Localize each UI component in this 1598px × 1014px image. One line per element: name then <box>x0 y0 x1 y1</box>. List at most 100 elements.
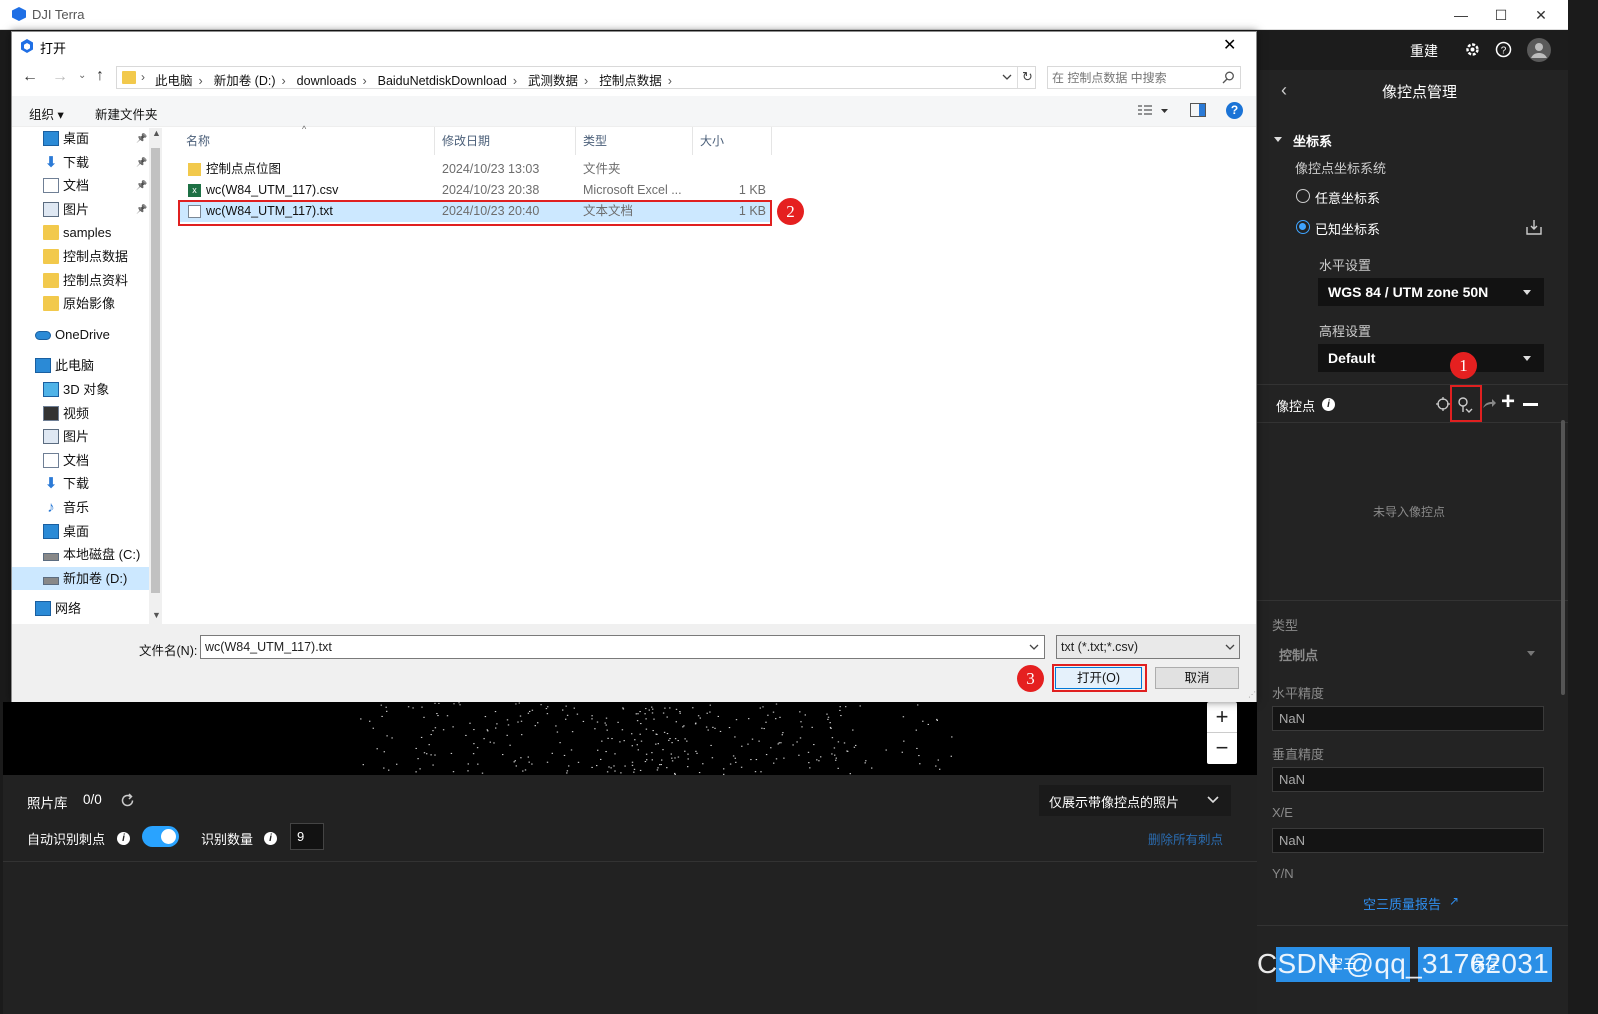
nav-item-pc[interactable]: ♪ 音乐 <box>12 496 150 519</box>
delete-all-points-link[interactable]: 删除所有刺点 <box>1148 829 1223 848</box>
search-input[interactable] <box>1052 69 1217 86</box>
export-arrow-icon[interactable] <box>1481 396 1497 412</box>
known-coord-radio[interactable] <box>1296 220 1310 234</box>
nav-item-onedrive[interactable]: OneDrive <box>12 323 150 346</box>
help-icon[interactable]: ? <box>1226 102 1243 119</box>
nav-item-quick[interactable]: 原始影像 <box>12 292 150 315</box>
minimize-button[interactable]: — <box>1441 0 1481 30</box>
scroll-thumb[interactable] <box>151 148 160 593</box>
v-accuracy-input[interactable]: NaN <box>1272 767 1544 792</box>
recent-chevron-icon[interactable]: ⌄ <box>78 70 86 81</box>
file-row[interactable]: 控制点点位图 2024/10/23 13:03 文件夹 <box>179 159 772 180</box>
detect-count-input[interactable]: 9 <box>290 823 324 850</box>
known-coord-label[interactable]: 已知坐标系 <box>1315 219 1380 238</box>
zoom-in-button[interactable]: + <box>1207 702 1237 733</box>
nav-item-pc[interactable]: 视频 <box>12 402 150 425</box>
arbitrary-coord-radio[interactable] <box>1296 189 1310 203</box>
xe-input[interactable]: NaN <box>1272 828 1544 853</box>
breadcrumb-separator[interactable]: › <box>199 74 203 88</box>
address-bar[interactable]: › 此电脑 › 新加卷 (D:) › downloads › BaiduNetdiskDow… <box>116 66 1036 89</box>
close-app-button[interactable]: ✕ <box>1521 0 1561 30</box>
nav-item-quick[interactable]: 控制点资料 <box>12 269 150 292</box>
nav-item-pc[interactable]: 新加卷 (D:) <box>12 566 150 590</box>
help-icon[interactable]: ? <box>1495 41 1512 58</box>
breadcrumb-separator[interactable]: › <box>668 74 672 88</box>
column-header-name[interactable]: 名称 <box>179 127 435 155</box>
import-coord-icon[interactable] <box>1525 219 1543 236</box>
collapse-chevron-icon[interactable] <box>1274 137 1282 142</box>
maximize-button[interactable]: ☐ <box>1481 0 1521 30</box>
back-chevron-icon[interactable]: ‹ <box>1281 80 1287 101</box>
breadcrumb-item[interactable]: 武测数据 <box>528 74 578 88</box>
photo-filter-dropdown[interactable]: 仅展示带像控点的照片 <box>1039 785 1231 816</box>
breadcrumb-item[interactable]: BaiduNetdiskDownload <box>378 74 507 88</box>
panel-scrollbar[interactable] <box>1561 420 1565 695</box>
nav-item-pc[interactable]: 图片 <box>12 425 150 448</box>
settings-gear-icon[interactable] <box>1464 41 1481 58</box>
nav-item-quick[interactable]: 控制点数据 <box>12 245 150 268</box>
arbitrary-coord-label[interactable]: 任意坐标系 <box>1315 188 1380 207</box>
nav-scrollbar[interactable]: ▲ ▼ <box>149 128 162 624</box>
nav-item-quick[interactable]: 桌面 📌 <box>12 127 150 150</box>
close-dialog-button[interactable]: ✕ <box>1223 35 1236 55</box>
nav-item-pc[interactable]: 桌面 <box>12 520 150 543</box>
nav-item-this-pc[interactable]: 此电脑 <box>12 354 150 377</box>
column-header-type[interactable]: 类型 <box>576 127 693 155</box>
breadcrumb-separator[interactable]: › <box>513 74 517 88</box>
organize-menu[interactable]: 组织 ▾ <box>29 104 64 123</box>
horizontal-crs-dropdown[interactable]: WGS 84 / UTM zone 50N <box>1318 278 1544 306</box>
search-box[interactable] <box>1047 66 1241 89</box>
column-header-modified[interactable]: 修改日期 <box>435 127 576 155</box>
filename-input[interactable]: wc(W84_UTM_117).txt <box>200 635 1045 659</box>
nav-item-quick[interactable]: 图片 📌 <box>12 198 150 221</box>
nav-item-quick[interactable]: 文档 📌 <box>12 174 150 197</box>
breadcrumb-separator[interactable]: › <box>362 74 366 88</box>
breadcrumb-separator[interactable]: › <box>584 74 588 88</box>
remove-gcp-icon[interactable] <box>1523 403 1538 406</box>
info-icon[interactable]: i <box>117 832 130 845</box>
nav-item-pc[interactable]: 本地磁盘 (C:) <box>12 543 150 566</box>
breadcrumb-item[interactable]: 此电脑 <box>155 74 193 88</box>
resize-grip-icon[interactable]: ⋰ <box>1248 690 1256 699</box>
up-arrow-icon[interactable]: ↑ <box>96 67 104 85</box>
nav-item-pc[interactable]: 3D 对象 <box>12 378 150 401</box>
back-arrow-icon[interactable]: ← <box>22 68 38 86</box>
nav-item-pc[interactable]: 文档 <box>12 449 150 472</box>
scroll-up-icon[interactable]: ▲ <box>152 128 161 138</box>
info-icon[interactable]: i <box>1322 398 1335 411</box>
user-avatar-icon[interactable] <box>1527 38 1551 62</box>
nav-item-pc[interactable]: ⬇ 下载 <box>12 472 150 495</box>
column-header-size[interactable]: 大小 <box>693 127 772 155</box>
map-view[interactable]: + − <box>3 702 1257 775</box>
breadcrumb-separator[interactable]: › <box>282 74 286 88</box>
quality-report-link[interactable]: 空三质量报告 <box>1363 894 1441 913</box>
preview-pane-icon[interactable] <box>1190 103 1206 117</box>
file-row[interactable]: x wc(W84_UTM_117).csv 2024/10/23 20:38 Micr… <box>179 180 772 201</box>
rebuild-button[interactable]: 重建 <box>1410 41 1438 61</box>
new-folder-button[interactable]: 新建文件夹 <box>95 104 158 123</box>
breadcrumb-item[interactable]: downloads <box>297 74 357 88</box>
file-type-select[interactable]: txt (*.txt;*.csv) <box>1056 635 1240 659</box>
refresh-icon[interactable]: ↻ <box>1022 69 1033 85</box>
view-options-icon[interactable] <box>1137 104 1169 118</box>
h-accuracy-input[interactable]: NaN <box>1272 706 1544 731</box>
breadcrumb-item[interactable]: 新加卷 (D:) <box>214 74 276 88</box>
chevron-down-icon[interactable] <box>1029 644 1039 651</box>
forward-arrow-icon[interactable]: → <box>52 68 68 86</box>
info-icon[interactable]: i <box>264 832 277 845</box>
nav-item-quick[interactable]: ⬇ 下载 📌 <box>12 151 150 174</box>
zoom-out-button[interactable]: − <box>1207 733 1237 764</box>
auto-detect-toggle[interactable] <box>142 826 179 847</box>
chevron-down-icon[interactable] <box>1002 74 1012 81</box>
refresh-icon[interactable] <box>120 793 135 808</box>
nav-item-quick[interactable]: samples <box>12 221 150 244</box>
scroll-down-icon[interactable]: ▼ <box>152 610 161 620</box>
locate-gcp-icon[interactable] <box>1435 396 1451 412</box>
nav-item-network[interactable]: 网络 <box>12 597 150 620</box>
breadcrumb-item[interactable]: 控制点数据 <box>599 74 662 88</box>
cancel-button[interactable]: 取消 <box>1155 667 1239 689</box>
coord-section-title[interactable]: 坐标系 <box>1293 131 1332 150</box>
elevation-dropdown[interactable]: Default <box>1318 344 1544 372</box>
add-gcp-icon[interactable]: + <box>1501 388 1515 416</box>
type-dropdown[interactable]: 控制点 <box>1279 645 1318 664</box>
